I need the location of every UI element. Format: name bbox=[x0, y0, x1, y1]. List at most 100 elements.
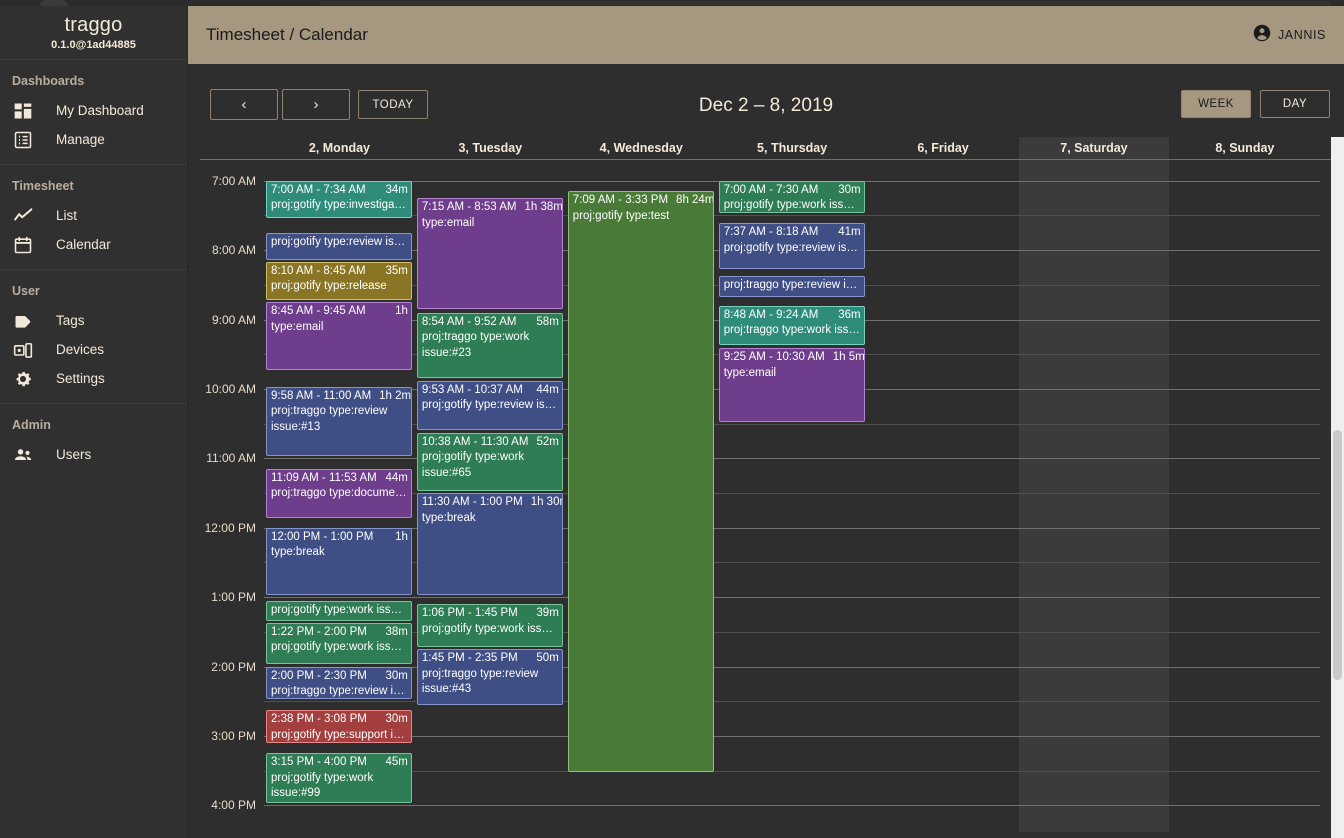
calendar-event[interactable]: proj:gotify type:review issu… bbox=[266, 233, 412, 260]
event-time-range: 9:25 AM - 10:30 AM bbox=[724, 350, 825, 366]
event-duration: 44m bbox=[378, 471, 408, 487]
calendar-event[interactable]: 9:25 AM - 10:30 AM1h 5mtype:email bbox=[719, 348, 865, 421]
calendar-event[interactable]: 1:22 PM - 2:00 PM38mproj:gotify type:wor… bbox=[266, 623, 412, 665]
event-time-range: 3:15 PM - 4:00 PM bbox=[271, 755, 367, 771]
event-time-range: 12:00 PM - 1:00 PM bbox=[271, 530, 373, 546]
sidebar-item-calendar[interactable]: Calendar bbox=[0, 230, 187, 259]
event-time-row: 1:45 PM - 2:35 PM50m bbox=[422, 651, 559, 667]
user-menu[interactable]: JANNIS bbox=[1253, 24, 1326, 47]
day-header-tuesday[interactable]: 3, Tuesday bbox=[415, 137, 566, 159]
event-time-range: 11:09 AM - 11:53 AM bbox=[271, 471, 377, 487]
event-tags: proj:gotify type:release bbox=[271, 279, 408, 295]
event-tags: proj:gotify type:work issue… bbox=[271, 603, 408, 619]
account-circle-icon bbox=[1253, 24, 1271, 47]
time-axis-label: 10:00 AM bbox=[200, 382, 256, 396]
calendar-event[interactable]: 8:54 AM - 9:52 AM58mproj:traggo type:wor… bbox=[417, 313, 563, 378]
event-time-row: 12:00 PM - 1:00 PM1h bbox=[271, 530, 408, 546]
calendar-event[interactable]: 3:15 PM - 4:00 PM45mproj:gotify type:wor… bbox=[266, 753, 412, 803]
calendar-day-headers: 2, Monday3, Tuesday4, Wednesday5, Thursd… bbox=[200, 137, 1332, 159]
calendar-event[interactable]: 11:09 AM - 11:53 AM44mproj:traggo type:d… bbox=[266, 469, 412, 518]
event-tags: proj:gotify type:work issue… bbox=[271, 640, 408, 656]
half-hour-gridline bbox=[264, 771, 1320, 772]
sidebar-item-settings[interactable]: Settings bbox=[0, 364, 187, 393]
sidebar-item-label: My Dashboard bbox=[56, 103, 144, 118]
week-view-button[interactable]: WEEK bbox=[1181, 90, 1251, 118]
day-view-button[interactable]: DAY bbox=[1260, 90, 1330, 118]
day-header-wednesday[interactable]: 4, Wednesday bbox=[566, 137, 717, 159]
calendar-event[interactable]: 9:53 AM - 10:37 AM44mproj:gotify type:re… bbox=[417, 381, 563, 430]
sidebar-item-users[interactable]: Users bbox=[0, 440, 187, 469]
calendar-event[interactable]: 8:45 AM - 9:45 AM1htype:email bbox=[266, 302, 412, 369]
event-tags: proj:gotify type:work issue:#65 bbox=[422, 450, 559, 481]
calendar-event[interactable]: 7:00 AM - 7:34 AM34mproj:gotify type:inv… bbox=[266, 181, 412, 218]
event-tags: proj:traggo type:work issue:#23 bbox=[422, 330, 559, 361]
timeline-icon bbox=[12, 205, 34, 227]
calendar-grid: 7:00 AM8:00 AM9:00 AM10:00 AM11:00 AM12:… bbox=[200, 159, 1332, 832]
event-time-row: 1:06 PM - 1:45 PM39m bbox=[422, 606, 559, 622]
calendar-event[interactable]: 12:00 PM - 1:00 PM1htype:break bbox=[266, 528, 412, 595]
calendar-event[interactable]: 8:48 AM - 9:24 AM36mproj:traggo type:wor… bbox=[719, 306, 865, 346]
event-time-range: 9:53 AM - 10:37 AM bbox=[422, 383, 523, 399]
sidebar-item-manage[interactable]: Manage bbox=[0, 125, 187, 154]
time-axis-label: 4:00 PM bbox=[200, 798, 256, 812]
day-header-monday[interactable]: 2, Monday bbox=[264, 137, 415, 159]
day-header-sunday[interactable]: 8, Sunday bbox=[1169, 137, 1320, 159]
calendar-event[interactable]: 7:00 AM - 7:30 AM30mproj:gotify type:wor… bbox=[719, 181, 865, 214]
time-axis-label: 2:00 PM bbox=[200, 660, 256, 674]
sidebar-group-title: Dashboards bbox=[0, 60, 187, 96]
sidebar-item-label: Devices bbox=[56, 342, 104, 357]
event-tags: proj:traggo type:review iss… bbox=[271, 684, 408, 699]
calendar-event[interactable]: proj:gotify type:work issue… bbox=[266, 601, 412, 621]
event-tags: type:break bbox=[422, 511, 559, 527]
sidebar-nav: DashboardsMy DashboardManageTimesheetLis… bbox=[0, 60, 187, 479]
event-duration: 36m bbox=[830, 308, 860, 324]
calendar-event[interactable]: 7:37 AM - 8:18 AM41mproj:gotify type:rev… bbox=[719, 223, 865, 268]
sidebar-item-list[interactable]: List bbox=[0, 201, 187, 230]
calendar-event[interactable]: 2:00 PM - 2:30 PM30mproj:traggo type:rev… bbox=[266, 667, 412, 700]
sidebar-item-devices[interactable]: Devices bbox=[0, 335, 187, 364]
event-time-row: 7:00 AM - 7:30 AM30m bbox=[724, 183, 861, 199]
calendar-event[interactable]: 11:30 AM - 1:00 PM1h 30mtype:break bbox=[417, 493, 563, 595]
day-header-friday[interactable]: 6, Friday bbox=[868, 137, 1019, 159]
browser-addressbar-stub bbox=[320, 1, 1330, 5]
calendar-event[interactable]: 1:45 PM - 2:35 PM50mproj:traggo type:rev… bbox=[417, 649, 563, 705]
calendar-event[interactable]: 1:06 PM - 1:45 PM39mproj:gotify type:wor… bbox=[417, 604, 563, 647]
calendar-event[interactable]: 10:38 AM - 11:30 AM52mproj:gotify type:w… bbox=[417, 433, 563, 491]
calendar-event[interactable]: proj:traggo type:review iss… bbox=[719, 276, 865, 297]
day-header-saturday[interactable]: 7, Saturday bbox=[1019, 137, 1170, 159]
event-time-row: 9:58 AM - 11:00 AM1h 2m bbox=[271, 389, 408, 405]
event-time-row: 2:00 PM - 2:30 PM30m bbox=[271, 669, 408, 685]
event-duration: 1h bbox=[387, 304, 408, 320]
day-header-thursday[interactable]: 5, Thursday bbox=[717, 137, 868, 159]
date-range-title: Dec 2 – 8, 2019 bbox=[188, 95, 1344, 117]
event-tags: type:email bbox=[422, 216, 559, 232]
event-duration: 30m bbox=[378, 669, 408, 685]
calendar-event[interactable]: 8:10 AM - 8:45 AM35mproj:gotify type:rel… bbox=[266, 262, 412, 300]
sidebar-item-my-dashboard[interactable]: My Dashboard bbox=[0, 96, 187, 125]
time-axis-label: 3:00 PM bbox=[200, 729, 256, 743]
calendar-grid-viewport[interactable]: 7:00 AM8:00 AM9:00 AM10:00 AM11:00 AM12:… bbox=[200, 159, 1332, 832]
main-content: Timesheet / Calendar JANNIS ‹ › TODAY De… bbox=[188, 6, 1344, 838]
calendar-event[interactable]: 9:58 AM - 11:00 AM1h 2mproj:traggo type:… bbox=[266, 387, 412, 457]
hour-gridline bbox=[264, 736, 1320, 737]
event-time-row: 8:48 AM - 9:24 AM36m bbox=[724, 308, 861, 324]
vertical-scrollbar[interactable] bbox=[1331, 137, 1344, 838]
sidebar-group-timesheet: TimesheetListCalendar bbox=[0, 165, 187, 270]
scrollbar-thumb[interactable] bbox=[1333, 430, 1342, 680]
event-time-range: 1:45 PM - 2:35 PM bbox=[422, 651, 518, 667]
event-time-row: 8:45 AM - 9:45 AM1h bbox=[271, 304, 408, 320]
time-gutter-corner bbox=[200, 137, 264, 159]
event-tags: proj:gotify type:investigate… bbox=[271, 198, 408, 214]
event-tags: proj:gotify type:review issu… bbox=[422, 398, 559, 414]
sidebar-item-label: Calendar bbox=[56, 237, 111, 252]
devices-icon bbox=[12, 339, 34, 361]
event-duration: 39m bbox=[528, 606, 558, 622]
calendar-event[interactable]: 7:09 AM - 3:33 PM8h 24mproj:gotify type:… bbox=[568, 191, 714, 772]
tag-icon bbox=[12, 310, 34, 332]
sidebar-item-tags[interactable]: Tags bbox=[0, 306, 187, 335]
event-duration: 30m bbox=[830, 183, 860, 199]
calendar-event[interactable]: 7:15 AM - 8:53 AM1h 38mtype:email bbox=[417, 198, 563, 309]
calendar-event[interactable]: 2:38 PM - 3:08 PM30mproj:gotify type:sup… bbox=[266, 710, 412, 743]
event-time-row: 9:25 AM - 10:30 AM1h 5m bbox=[724, 350, 861, 366]
event-tags: type:break bbox=[271, 545, 408, 561]
